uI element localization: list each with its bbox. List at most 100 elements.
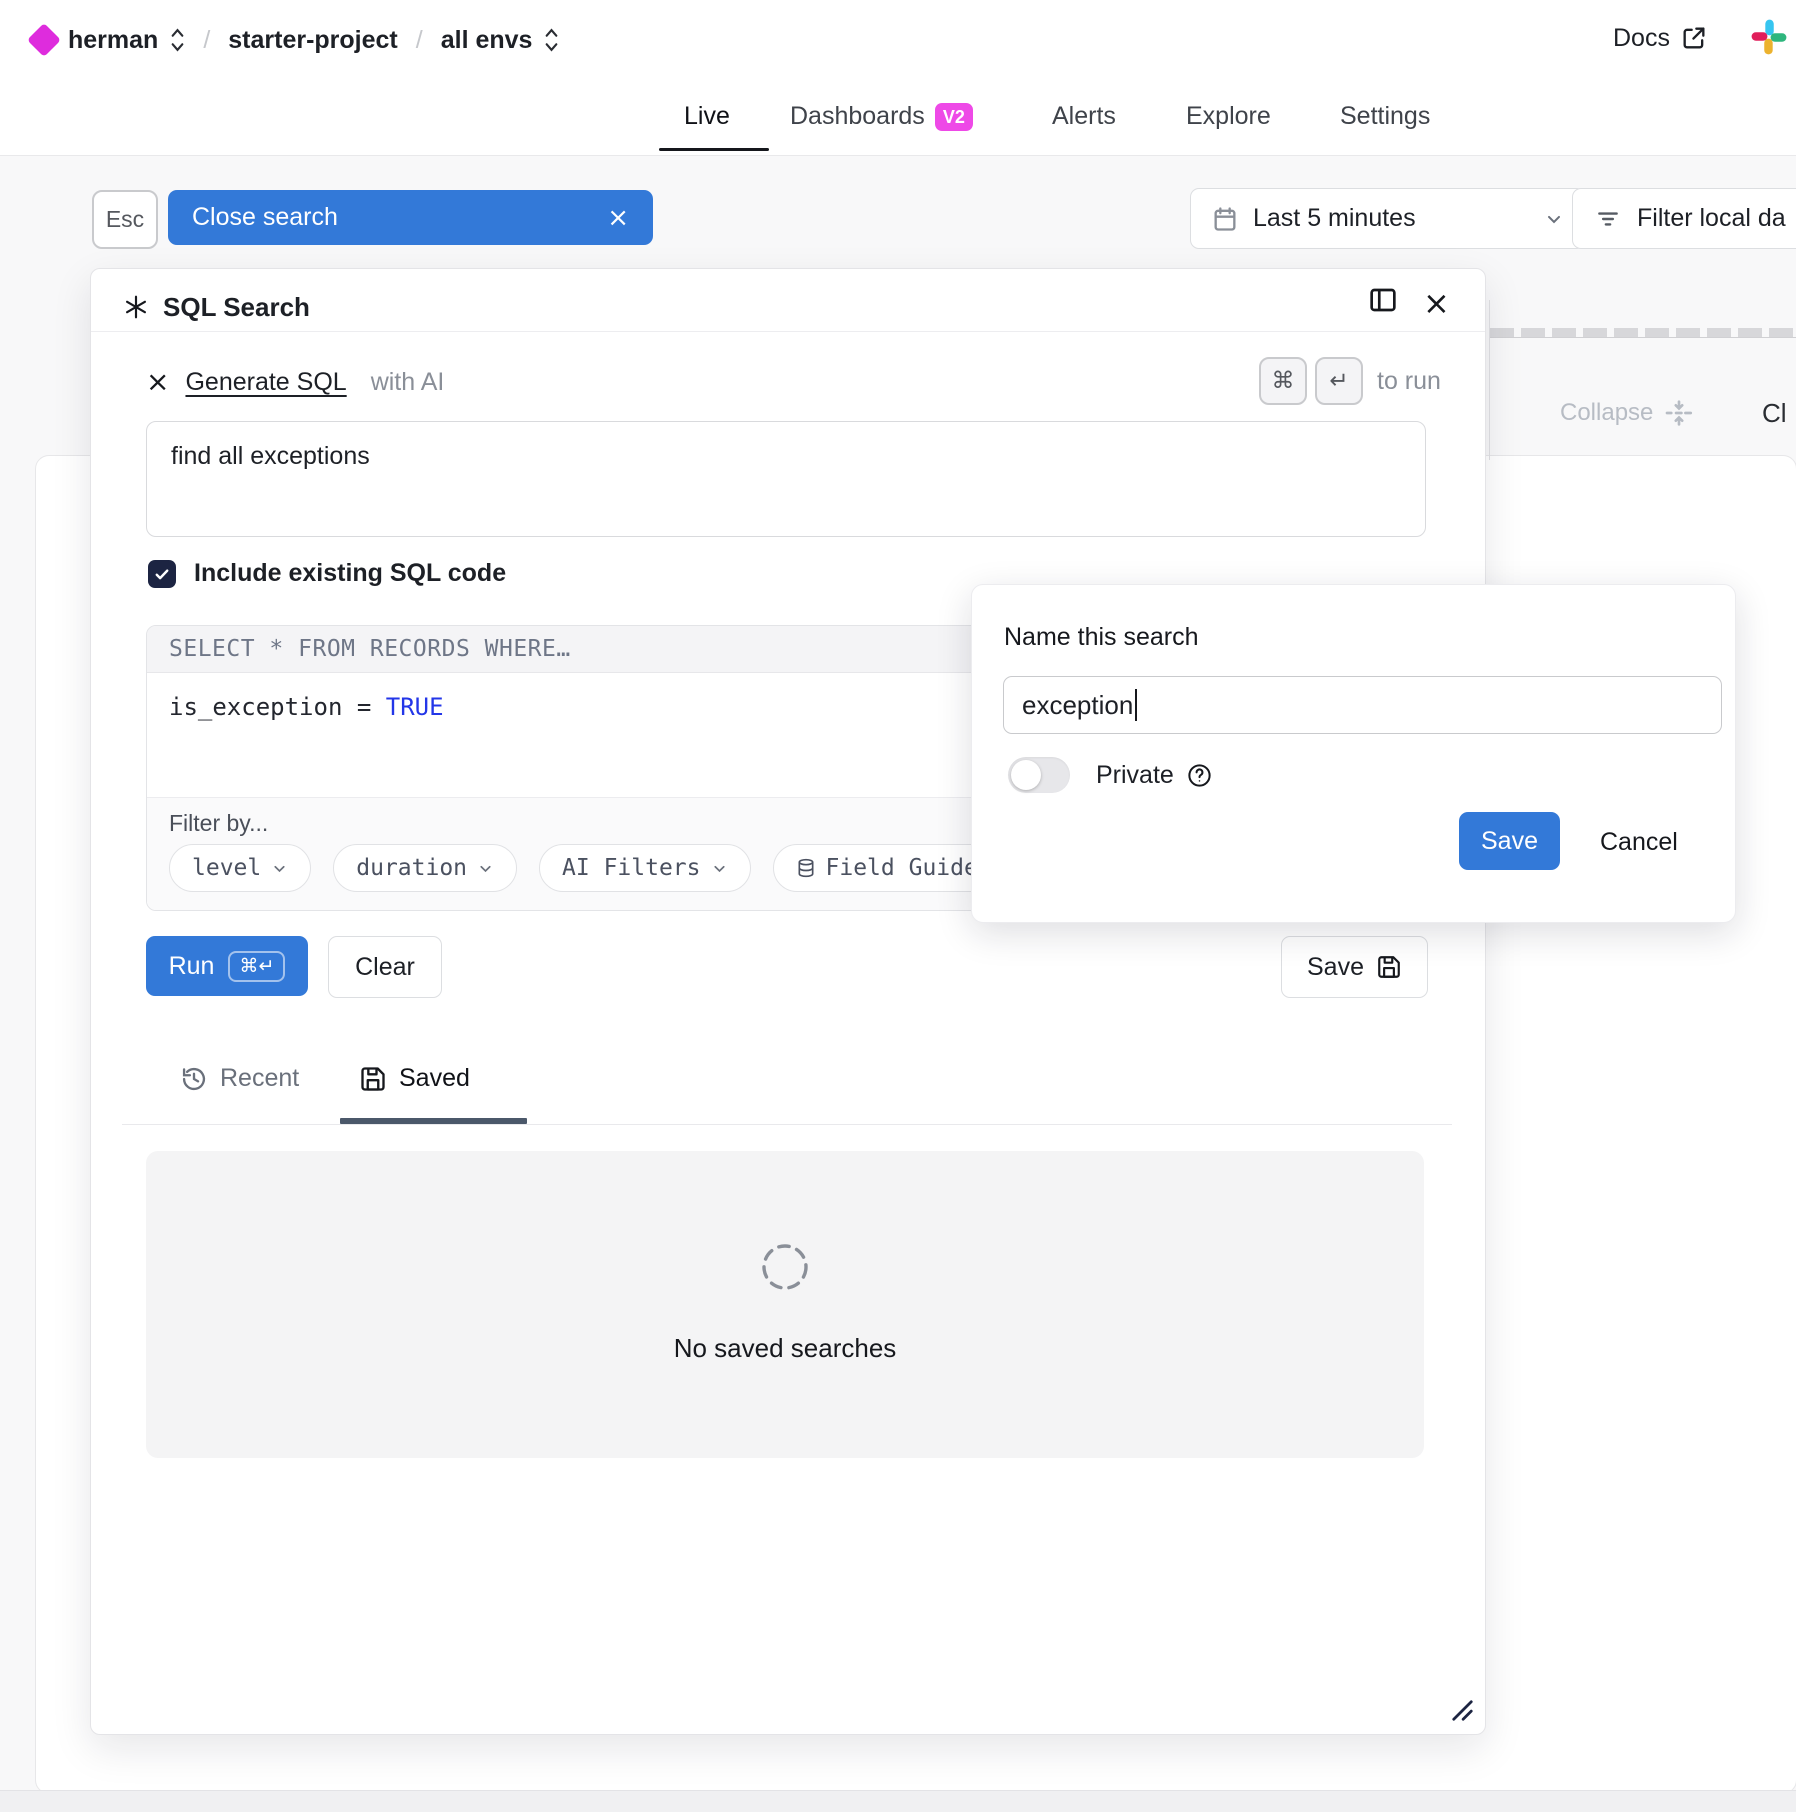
save-floppy-icon: [359, 1065, 387, 1093]
breadcrumb-separator: /: [410, 26, 429, 55]
breadcrumb-env[interactable]: all envs: [441, 26, 533, 55]
check-icon: [153, 565, 171, 583]
app-header: herman / starter-project / all envs Docs: [0, 0, 1796, 156]
tab-settings[interactable]: Settings: [1340, 102, 1430, 131]
private-row: Private: [1008, 757, 1213, 793]
filter-local-label: Filter local da: [1637, 204, 1786, 233]
esc-keycap: Esc: [92, 190, 158, 249]
to-run-label: to run: [1377, 367, 1441, 396]
close-search-button[interactable]: Close search ×: [168, 190, 653, 245]
include-sql-row: Include existing SQL code: [148, 559, 506, 588]
tabs-bottom-border: [122, 1124, 1452, 1125]
side-panel-toggle-icon[interactable]: [1367, 284, 1399, 321]
sparkle-asterisk-icon: [123, 294, 149, 320]
panel-title-row: SQL Search: [123, 285, 310, 329]
tab-label: Dashboards: [790, 102, 925, 131]
modal-save-button[interactable]: Save: [1459, 812, 1560, 870]
save-label: Save: [1307, 953, 1364, 982]
generate-sql-link[interactable]: Generate SQL: [185, 368, 346, 397]
panel-title: SQL Search: [163, 292, 310, 323]
text-cursor: [1135, 689, 1137, 721]
tab-label: Live: [684, 102, 730, 131]
collapse-control[interactable]: Collapse: [1560, 395, 1695, 431]
chip-label: level: [192, 855, 261, 881]
filter-chip-ai-filters[interactable]: AI Filters: [539, 844, 750, 892]
chevron-down-icon: [477, 860, 494, 877]
chip-label: Field Guide: [826, 855, 978, 881]
database-icon: [796, 857, 816, 879]
breadcrumb-project[interactable]: starter-project: [228, 26, 398, 55]
modal-title: Name this search: [1004, 623, 1199, 652]
chip-label: duration: [356, 855, 467, 881]
docs-link[interactable]: Docs: [1613, 20, 1708, 56]
sql-search-panel: SQL Search × × Generate SQL with AI ⌘ ↵ …: [90, 268, 1486, 1735]
slack-icon[interactable]: [1750, 18, 1788, 61]
filter-local-button[interactable]: Filter local da: [1572, 188, 1796, 249]
tab-dashboards[interactable]: Dashboards V2: [790, 102, 973, 131]
saved-searches-empty-card: No saved searches: [146, 1151, 1424, 1458]
name-search-modal: Name this search exception Private Save …: [971, 584, 1736, 923]
v2-badge: V2: [935, 103, 973, 131]
tab-recent[interactable]: Recent: [180, 1064, 299, 1093]
include-sql-label: Include existing SQL code: [194, 559, 506, 588]
tab-explore[interactable]: Explore: [1186, 102, 1271, 131]
search-name-input[interactable]: exception: [1003, 676, 1722, 734]
close-icon[interactable]: ×: [607, 205, 629, 231]
run-shortcut-keycap: ⌘↵: [228, 951, 285, 982]
dismiss-ai-icon[interactable]: ×: [146, 368, 169, 396]
chevron-down-icon: [271, 860, 288, 877]
clipped-right-label[interactable]: Cl: [1762, 398, 1787, 429]
save-floppy-icon: [1376, 954, 1402, 980]
filter-icon: [1595, 206, 1621, 232]
tab-alerts[interactable]: Alerts: [1052, 102, 1116, 131]
private-toggle[interactable]: [1008, 757, 1070, 793]
dashed-circle-icon: [759, 1241, 811, 1298]
filter-chip-field-guide[interactable]: Field Guide: [773, 844, 1001, 892]
bottom-strip: [0, 1790, 1796, 1812]
empty-state-text: No saved searches: [146, 1333, 1424, 1364]
tab-label: Saved: [399, 1064, 470, 1093]
history-clock-icon: [180, 1065, 208, 1093]
filter-by-label: Filter by...: [169, 810, 268, 837]
sql-select-clause: SELECT * FROM RECORDS WHERE…: [169, 636, 571, 662]
tab-label: Explore: [1186, 102, 1271, 131]
breadcrumb: herman / starter-project / all envs: [32, 18, 559, 62]
help-icon[interactable]: [1186, 762, 1213, 789]
tab-label: Recent: [220, 1064, 299, 1093]
org-selector-icon[interactable]: [170, 26, 185, 54]
tab-live[interactable]: Live: [684, 102, 730, 131]
brand-diamond-icon: [27, 23, 61, 57]
ai-prompt-textarea[interactable]: find all exceptions: [146, 421, 1426, 537]
include-sql-checkbox[interactable]: [148, 560, 176, 588]
search-name-value: exception: [1022, 690, 1133, 721]
breadcrumb-org[interactable]: herman: [68, 26, 158, 55]
panel-close-icon[interactable]: ×: [1423, 287, 1450, 319]
env-selector-icon[interactable]: [544, 26, 559, 54]
private-label: Private: [1096, 761, 1174, 790]
collapse-label: Collapse: [1560, 399, 1653, 427]
time-range-dropdown[interactable]: Last 5 minutes: [1190, 188, 1585, 249]
tab-label: Settings: [1340, 102, 1430, 131]
generate-sql-suffix: with AI: [371, 368, 445, 397]
filter-chip-duration[interactable]: duration: [333, 844, 517, 892]
cmd-keycap: ⌘: [1259, 357, 1307, 405]
chevron-down-icon: [711, 860, 728, 877]
sql-code-keyword: TRUE: [386, 693, 444, 721]
filter-chip-level[interactable]: level: [169, 844, 311, 892]
filter-chips-row: level duration AI Filters: [169, 844, 1001, 892]
save-search-button[interactable]: Save: [1281, 936, 1428, 998]
tab-saved[interactable]: Saved: [359, 1064, 470, 1093]
resize-handle[interactable]: [1445, 1693, 1475, 1728]
clear-button[interactable]: Clear: [328, 936, 442, 998]
modal-cancel-button[interactable]: Cancel: [1600, 828, 1678, 857]
chevron-down-icon: [1544, 209, 1564, 229]
run-button[interactable]: Run ⌘↵: [146, 936, 308, 996]
panel-header-divider: [91, 331, 1485, 332]
external-link-icon: [1680, 24, 1708, 52]
layout-divider: [1489, 300, 1490, 460]
page-root: Collapse Cl herman / starter-project / a…: [0, 0, 1796, 1812]
close-search-label: Close search: [192, 203, 338, 232]
chart-dashed-line: [1490, 328, 1796, 338]
chip-label: AI Filters: [562, 855, 700, 881]
toggle-knob: [1011, 760, 1041, 790]
